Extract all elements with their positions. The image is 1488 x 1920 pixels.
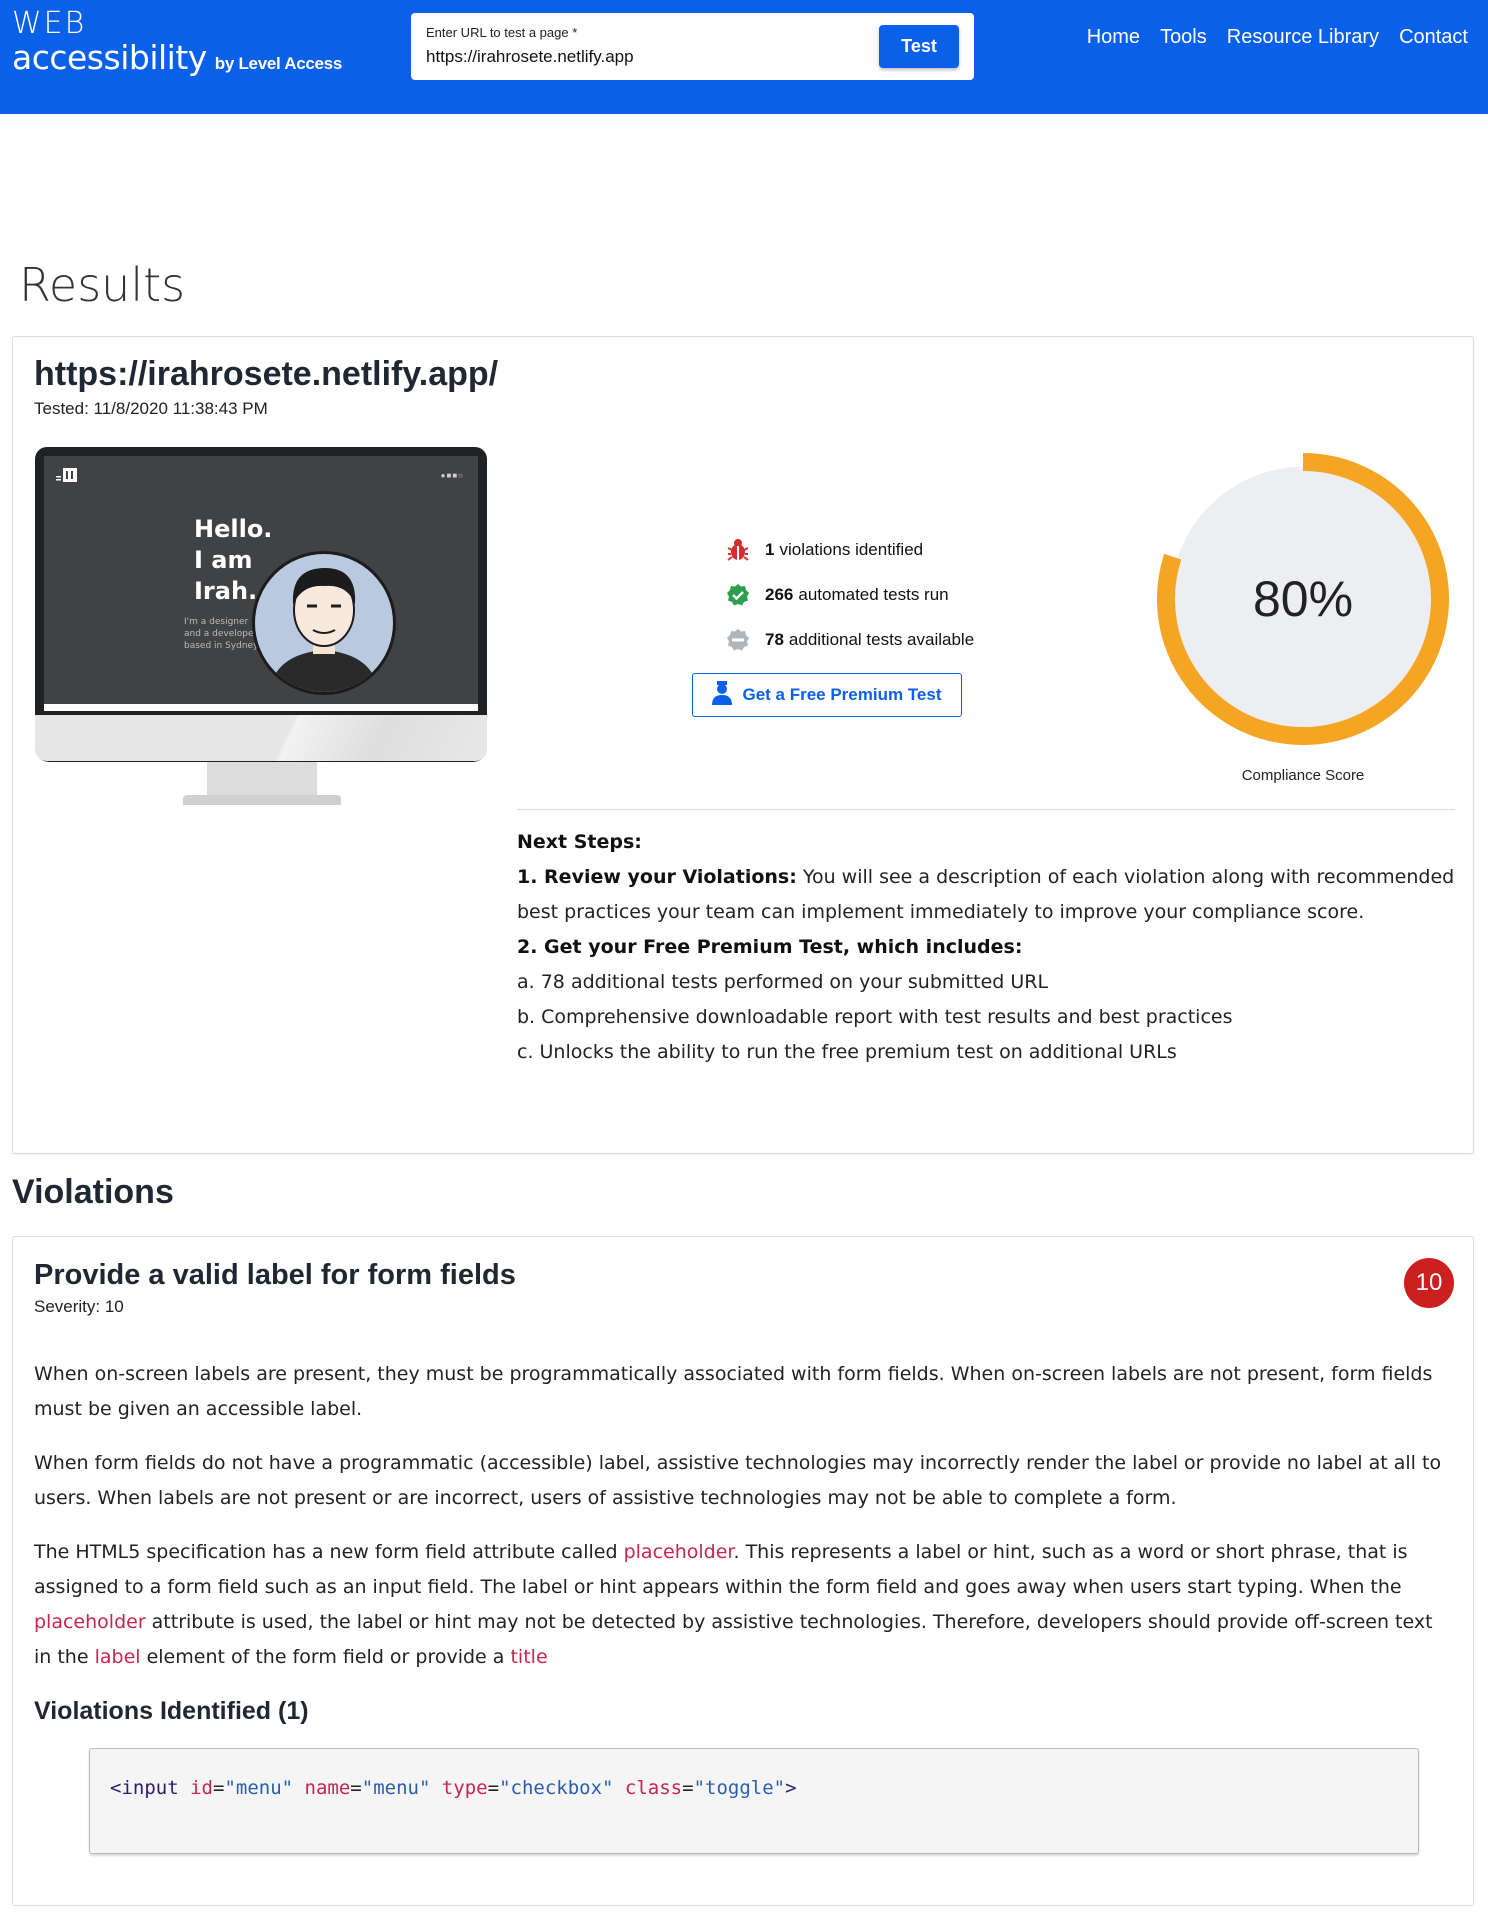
preview-subtext: I'm a designer and a developer based in … bbox=[184, 617, 260, 651]
next-step-2: 2. Get your Free Premium Test, which inc… bbox=[517, 936, 1023, 958]
stat-automated: 266 automated tests run bbox=[725, 572, 974, 617]
results-card: https://irahrosete.netlify.app/ Tested: … bbox=[12, 336, 1474, 1154]
site-preview-monitor: ●■■○ Hello. I am Irah. I'm a designer an… bbox=[35, 447, 487, 813]
nav-contact[interactable]: Contact bbox=[1399, 26, 1468, 49]
severity-badge: 10 bbox=[1404, 1258, 1454, 1308]
monitor-chin bbox=[35, 715, 487, 761]
stat-additional-label: additional tests available bbox=[788, 629, 975, 649]
portrait-icon bbox=[269, 568, 379, 692]
next-step-item-c: c. Unlocks the ability to run the free p… bbox=[517, 1041, 1177, 1063]
code-label: label bbox=[94, 1646, 141, 1668]
code-placeholder: placeholder bbox=[34, 1611, 146, 1633]
logo-by-text: by Level Access bbox=[214, 54, 342, 73]
violation-title: Provide a valid label for form fields bbox=[34, 1259, 516, 1291]
results-divider bbox=[517, 809, 1455, 810]
logo-web-text: WEB bbox=[12, 6, 87, 41]
violation-severity: Severity: 10 bbox=[34, 1297, 124, 1316]
violation-paragraph-3: The HTML5 specification has a new form f… bbox=[34, 1541, 1433, 1668]
violations-heading: Violations bbox=[12, 1173, 174, 1211]
url-field-label: Enter URL to test a page * bbox=[426, 25, 578, 40]
top-header: WEB accessibility by Level Access Enter U… bbox=[0, 0, 1488, 114]
violation-card: Provide a valid label for form fields Se… bbox=[12, 1236, 1474, 1906]
stat-automated-label: automated tests run bbox=[798, 584, 949, 604]
logo-accessibility-text: accessibility bbox=[12, 38, 207, 77]
preview-social-icons: ●■■○ bbox=[440, 471, 464, 480]
url-test-form: Enter URL to test a page * https://irahr… bbox=[411, 13, 974, 80]
stat-violations-count: 1 bbox=[765, 539, 775, 559]
next-step-item-a: a. 78 additional tests performed on your… bbox=[517, 971, 1049, 993]
violation-paragraph-1: When on-screen labels are present, they … bbox=[34, 1363, 1433, 1420]
url-input[interactable]: https://irahrosete.netlify.app bbox=[426, 47, 634, 67]
stat-violations-label: violations identified bbox=[779, 539, 924, 559]
next-steps-heading: Next Steps: bbox=[517, 831, 642, 853]
premium-button-label: Get a Free Premium Test bbox=[742, 685, 942, 704]
stat-violations: 1 violations identified bbox=[725, 527, 974, 572]
violation-paragraph-2: When form fields do not have a programma… bbox=[34, 1452, 1442, 1509]
test-stats: 1 violations identified 266 automated te… bbox=[725, 527, 974, 662]
compliance-score-label: Compliance Score bbox=[1241, 767, 1365, 784]
preview-logo-icon bbox=[56, 468, 77, 482]
next-step-1: 1. Review your Violations: You will see … bbox=[517, 866, 1455, 923]
stat-additional: 78 additional tests available bbox=[725, 617, 974, 662]
test-button[interactable]: Test bbox=[879, 25, 959, 68]
tested-timestamp: Tested: 11/8/2020 11:38:43 PM bbox=[34, 399, 268, 418]
stat-additional-count: 78 bbox=[765, 629, 784, 649]
stat-automated-count: 266 bbox=[765, 584, 794, 604]
site-logo[interactable]: WEB accessibility by Level Access bbox=[12, 8, 342, 76]
site-screenshot: ●■■○ Hello. I am Irah. I'm a designer an… bbox=[44, 456, 478, 711]
minus-badge-icon bbox=[725, 627, 751, 653]
user-icon bbox=[712, 680, 733, 710]
main-nav: Home Tools Resource Library Contact bbox=[1087, 26, 1488, 49]
compliance-score-value: 80% bbox=[1252, 571, 1354, 627]
violation-description: When on-screen labels are present, they … bbox=[34, 1357, 1454, 1694]
nav-home[interactable]: Home bbox=[1087, 26, 1140, 49]
code-placeholder: placeholder bbox=[623, 1541, 734, 1563]
next-step-item-b: b. Comprehensive downloadable report wit… bbox=[517, 1006, 1233, 1028]
get-free-premium-test-button[interactable]: Get a Free Premium Test bbox=[692, 673, 962, 717]
next-steps: Next Steps: 1. Review your Violations: Y… bbox=[517, 825, 1457, 1070]
monitor-stand-base bbox=[183, 795, 341, 805]
preview-avatar bbox=[252, 551, 396, 695]
violations-identified-heading: Violations Identified (1) bbox=[34, 1697, 309, 1725]
check-badge-icon bbox=[725, 582, 751, 608]
preview-footer-bar bbox=[44, 704, 478, 711]
code-title: title bbox=[510, 1646, 548, 1668]
violation-code-snippet: <input id="menu" name="menu" type="check… bbox=[89, 1748, 1419, 1854]
monitor-stand bbox=[207, 762, 317, 798]
results-heading: Results bbox=[19, 258, 186, 312]
nav-resource-library[interactable]: Resource Library bbox=[1227, 26, 1379, 49]
nav-tools[interactable]: Tools bbox=[1160, 26, 1207, 49]
bug-icon bbox=[725, 537, 751, 563]
code-line: <input id="menu" name="menu" type="check… bbox=[110, 1777, 797, 1799]
tested-site-url: https://irahrosete.netlify.app/ bbox=[34, 355, 499, 393]
